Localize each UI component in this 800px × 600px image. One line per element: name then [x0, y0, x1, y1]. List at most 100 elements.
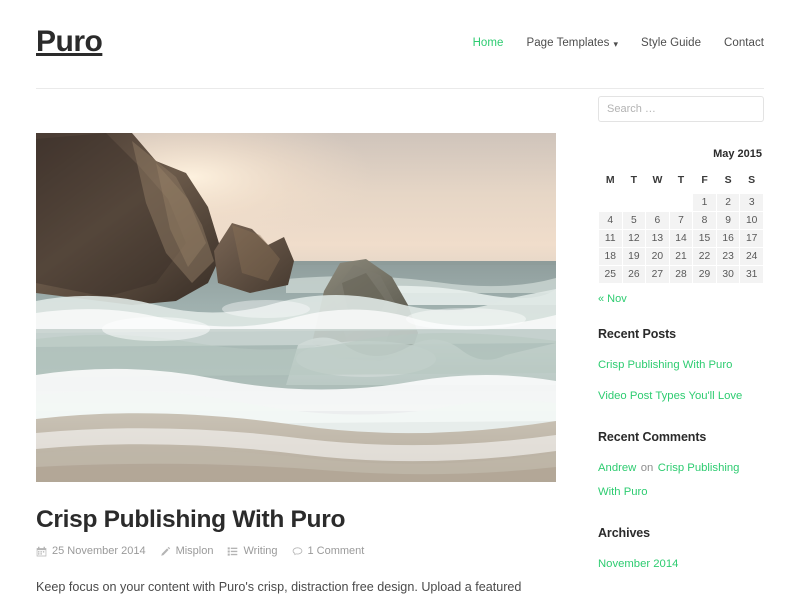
calendar-day-cell: 25	[599, 266, 622, 283]
recent-comments-title: Recent Comments	[598, 430, 764, 444]
calendar-day-cell: 30	[717, 266, 740, 283]
archive-link[interactable]: November 2014	[598, 558, 678, 570]
comment-separator: on	[641, 462, 654, 474]
calendar-week-row: 45678910	[599, 212, 763, 229]
calendar-day-cell: 27	[646, 266, 669, 283]
calendar-week-row: 25262728293031	[599, 266, 763, 283]
calendar-widget: May 2015 M T W T F S S 12345678910111213…	[598, 148, 764, 305]
site-header: Puro Home Page Templates ▾ Style Guide C…	[0, 0, 800, 89]
calendar-weekday: T	[670, 170, 693, 193]
calendar-day-cell: 26	[623, 266, 646, 283]
calendar-day-cell: 31	[740, 266, 763, 283]
calendar-empty-cell	[599, 194, 622, 211]
calendar-week-row: 11121314151617	[599, 230, 763, 247]
calendar-day-cell: 17	[740, 230, 763, 247]
calendar-day-cell: 15	[693, 230, 716, 247]
featured-image[interactable]	[36, 133, 556, 482]
calendar-weekday: F	[693, 170, 716, 193]
calendar-week-row: 123	[599, 194, 763, 211]
comment-author-link[interactable]: Andrew	[598, 462, 636, 474]
main-content: Crisp Publishing With Puro 25 November 2…	[36, 89, 556, 600]
list-icon	[227, 546, 238, 557]
calendar-day-cell: 4	[599, 212, 622, 229]
archives-list: November 2014	[598, 551, 764, 576]
calendar-day-cell: 18	[599, 248, 622, 265]
main-navigation: Home Page Templates ▾ Style Guide Contac…	[473, 37, 764, 51]
calendar-day-cell: 14	[670, 230, 693, 247]
sidebar: May 2015 M T W T F S S 12345678910111213…	[598, 89, 764, 600]
calendar-day-cell: 5	[623, 212, 646, 229]
post-category[interactable]: Writing	[227, 545, 277, 557]
post-title[interactable]: Crisp Publishing With Puro	[36, 505, 556, 534]
list-item: Andrew on Crisp Publishing With Puro	[598, 455, 764, 505]
post-date-text: 25 November 2014	[52, 545, 146, 557]
post-comments[interactable]: 1 Comment	[292, 545, 365, 557]
recent-post-link[interactable]: Crisp Publishing With Puro	[598, 359, 732, 371]
list-item: November 2014	[598, 551, 764, 576]
calendar-day-cell: 13	[646, 230, 669, 247]
post-excerpt: Keep focus on your content with Puro's c…	[36, 576, 556, 600]
calendar-empty-cell	[623, 194, 646, 211]
calendar-day-cell: 28	[670, 266, 693, 283]
post-category-text: Writing	[243, 545, 277, 557]
list-item: Crisp Publishing With Puro	[598, 352, 764, 377]
list-item: Video Post Types You'll Love	[598, 383, 764, 408]
calendar-day-cell: 11	[599, 230, 622, 247]
calendar-day-cell: 22	[693, 248, 716, 265]
recent-posts-title: Recent Posts	[598, 327, 764, 341]
page-container: Crisp Publishing With Puro 25 November 2…	[0, 89, 800, 600]
nav-item-contact[interactable]: Contact	[724, 37, 764, 49]
post-date: 25 November 2014	[36, 545, 146, 557]
archives-title: Archives	[598, 526, 764, 540]
post-excerpt-text: Keep focus on your content with Puro's c…	[36, 576, 556, 600]
nav-item-contact-label: Contact	[724, 37, 764, 49]
post-comments-text: 1 Comment	[308, 545, 365, 557]
nav-item-page-templates-label: Page Templates	[526, 37, 609, 49]
calendar-day-cell: 21	[670, 248, 693, 265]
nav-item-home[interactable]: Home	[473, 37, 504, 49]
search-input[interactable]	[598, 96, 764, 122]
comment-bubble-icon	[292, 546, 303, 557]
post-meta: 25 November 2014 Misplon Writing 1 Comme…	[36, 545, 556, 557]
calendar-prev-month-link[interactable]: « Nov	[598, 293, 627, 305]
recent-posts-list: Crisp Publishing With Puro Video Post Ty…	[598, 352, 764, 408]
calendar-day-cell: 1	[693, 194, 716, 211]
calendar-weekday: S	[740, 170, 763, 193]
calendar-caption: May 2015	[598, 148, 764, 169]
calendar-icon	[36, 546, 47, 557]
calendar-day-cell: 23	[717, 248, 740, 265]
calendar-day-cell: 9	[717, 212, 740, 229]
recent-post-link[interactable]: Video Post Types You'll Love	[598, 390, 742, 402]
nav-item-style-guide-label: Style Guide	[641, 37, 701, 49]
calendar-weekday: T	[623, 170, 646, 193]
calendar-body: 1234567891011121314151617181920212223242…	[599, 194, 763, 283]
archives-widget: Archives November 2014	[598, 526, 764, 576]
header-divider	[36, 88, 764, 89]
calendar-day-cell: 16	[717, 230, 740, 247]
recent-comments-widget: Recent Comments Andrew on Crisp Publishi…	[598, 430, 764, 505]
calendar-weekday: S	[717, 170, 740, 193]
post-author[interactable]: Misplon	[160, 545, 214, 557]
calendar-day-cell: 29	[693, 266, 716, 283]
calendar-day-cell: 19	[623, 248, 646, 265]
calendar-day-cell: 7	[670, 212, 693, 229]
site-title[interactable]: Puro	[36, 27, 102, 61]
nav-item-home-label: Home	[473, 37, 504, 49]
chevron-down-icon: ▾	[613, 40, 618, 49]
calendar-empty-cell	[670, 194, 693, 211]
post-author-text: Misplon	[176, 545, 214, 557]
nav-item-page-templates[interactable]: Page Templates ▾	[526, 37, 618, 49]
calendar-day-cell: 3	[740, 194, 763, 211]
nav-item-style-guide[interactable]: Style Guide	[641, 37, 701, 49]
calendar-day-cell: 12	[623, 230, 646, 247]
calendar-day-cell: 20	[646, 248, 669, 265]
calendar-week-row: 18192021222324	[599, 248, 763, 265]
calendar-day-cell: 24	[740, 248, 763, 265]
pencil-icon	[160, 546, 171, 557]
calendar-weekday-row: M T W T F S S	[599, 170, 763, 193]
recent-posts-widget: Recent Posts Crisp Publishing With Puro …	[598, 327, 764, 408]
calendar-day-cell: 2	[717, 194, 740, 211]
calendar-weekday: M	[599, 170, 622, 193]
calendar-day-cell: 10	[740, 212, 763, 229]
calendar-day-cell: 6	[646, 212, 669, 229]
